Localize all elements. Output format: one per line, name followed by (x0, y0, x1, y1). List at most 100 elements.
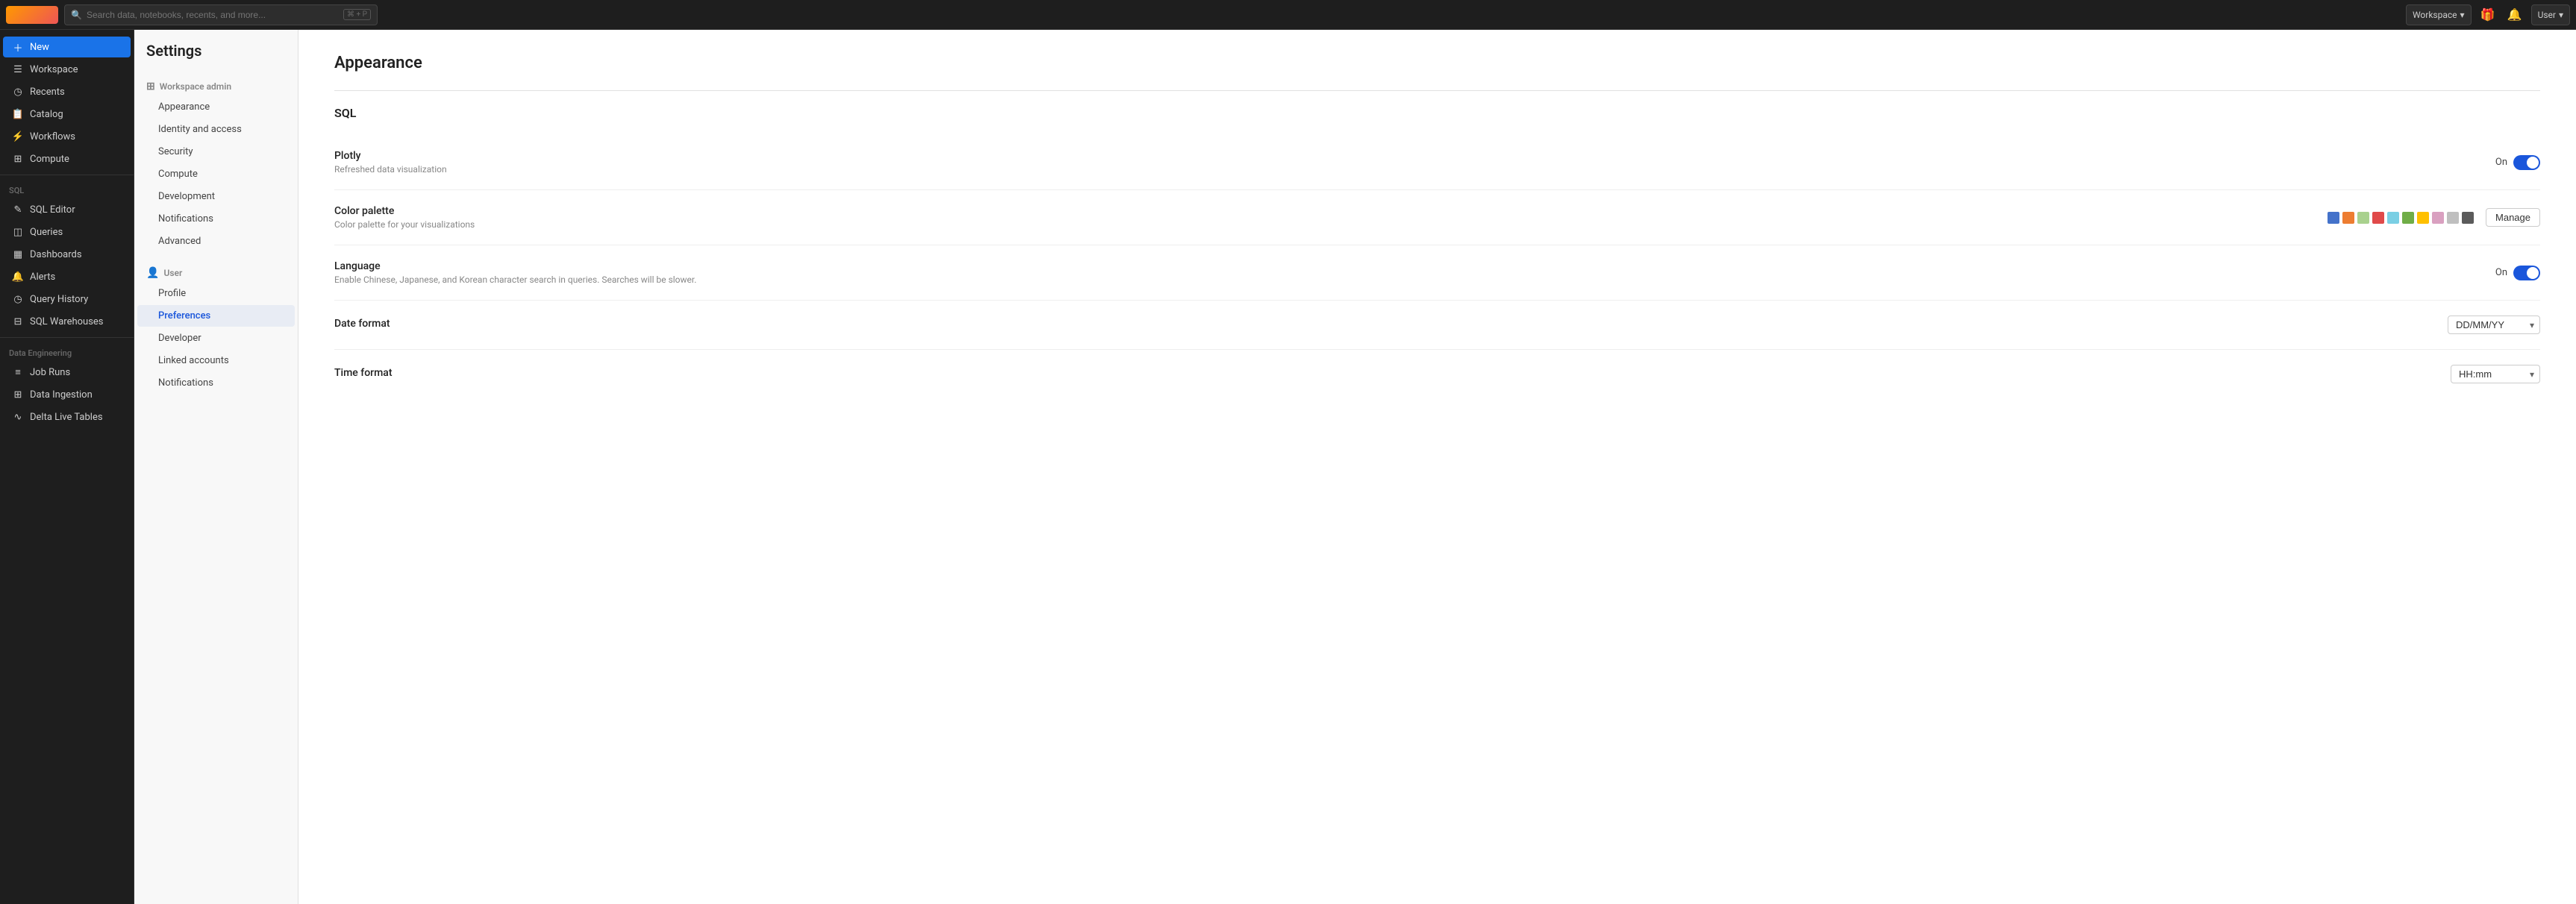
sidebar-item-sql-editor[interactable]: ✎ SQL Editor (3, 199, 131, 220)
settings-nav-development[interactable]: Development (137, 186, 295, 207)
sidebar-item-workspace[interactable]: ☰ Workspace (3, 59, 131, 80)
sidebar-item-query-history[interactable]: ◷ Query History (3, 289, 131, 310)
date-format-row-left: Date format (334, 318, 2448, 332)
date-format-row: Date format DD/MM/YY MM/DD/YY YY/MM/DD D… (334, 301, 2540, 350)
sidebar-item-queries[interactable]: ◫ Queries (3, 222, 131, 242)
settings-title: Settings (134, 42, 298, 72)
catalog-icon: 📋 (12, 108, 24, 120)
plotly-toggle[interactable] (2513, 155, 2540, 170)
left-sidebar: ＋ New ☰ Workspace ◷ Recents 📋 Catalog ⚡ … (0, 30, 134, 904)
color-swatch-6 (2402, 212, 2414, 224)
delta-live-tables-icon: ∿ (12, 411, 24, 423)
settings-nav-notifications-ws[interactable]: Notifications (137, 208, 295, 230)
sidebar-item-data-ingestion[interactable]: ⊞ Data Ingestion (3, 384, 131, 405)
settings-nav-linked-accounts[interactable]: Linked accounts (137, 350, 295, 371)
settings-nav-notifications-user[interactable]: Notifications (137, 372, 295, 394)
search-shortcut: ⌘ + P (343, 9, 371, 20)
plotly-row: Plotly Refreshed data visualization On (334, 135, 2540, 190)
color-palette-row: Color palette Color palette for your vis… (334, 190, 2540, 245)
recents-icon: ◷ (12, 86, 24, 98)
compute-icon: ⊞ (12, 153, 24, 165)
settings-nav-identity-access[interactable]: Identity and access (137, 119, 295, 140)
color-swatch-4 (2372, 212, 2384, 224)
plotly-row-left: Plotly Refreshed data visualization (334, 150, 2495, 175)
language-row-left: Language Enable Chinese, Japanese, and K… (334, 260, 2495, 285)
date-format-row-right: DD/MM/YY MM/DD/YY YY/MM/DD DD-MM-YYYY MM… (2448, 316, 2540, 334)
plotly-desc: Refreshed data visualization (334, 164, 2495, 175)
color-swatch-7 (2417, 212, 2429, 224)
settings-top-divider (334, 90, 2540, 91)
sidebar-item-catalog[interactable]: 📋 Catalog (3, 104, 131, 125)
settings-nav-compute[interactable]: Compute (137, 163, 295, 185)
color-palette-row-right: Manage (2328, 208, 2540, 227)
user-section: 👤 User (134, 264, 298, 282)
settings-nav-preferences[interactable]: Preferences (137, 305, 295, 327)
workspace-admin-section: ⊞ Workspace admin (134, 78, 298, 95)
date-format-label: Date format (334, 318, 2448, 330)
date-format-select-wrapper: DD/MM/YY MM/DD/YY YY/MM/DD DD-MM-YYYY MM… (2448, 316, 2540, 334)
color-palette-desc: Color palette for your visualizations (334, 219, 2328, 230)
time-format-row: Time format HH:mm hh:mm a HH:mm:ss (334, 350, 2540, 398)
sql-section-label: SQL (0, 180, 134, 198)
bell-icon[interactable]: 🔔 (2504, 4, 2525, 25)
language-desc: Enable Chinese, Japanese, and Korean cha… (334, 274, 2495, 285)
language-row-right: On (2495, 266, 2540, 280)
color-swatch-8 (2432, 212, 2444, 224)
manage-palette-button[interactable]: Manage (2486, 208, 2540, 227)
color-swatch-1 (2328, 212, 2339, 224)
sql-editor-icon: ✎ (12, 204, 24, 216)
time-format-select[interactable]: HH:mm hh:mm a HH:mm:ss (2451, 365, 2540, 383)
chevron-down-icon: ▾ (2460, 10, 2465, 20)
language-label: Language (334, 260, 2495, 272)
time-format-select-wrapper: HH:mm hh:mm a HH:mm:ss (2451, 365, 2540, 383)
plotly-row-right: On (2495, 155, 2540, 170)
queries-icon: ◫ (12, 226, 24, 238)
sidebar-item-job-runs[interactable]: ≡ Job Runs (3, 362, 131, 383)
sidebar-item-delta-live-tables[interactable]: ∿ Delta Live Tables (3, 407, 131, 427)
gift-icon[interactable]: 🎁 (2477, 4, 2498, 25)
sidebar-item-dashboards[interactable]: ▦ Dashboards (3, 244, 131, 265)
search-icon: 🔍 (71, 10, 82, 20)
color-palette-row-left: Color palette Color palette for your vis… (334, 205, 2328, 230)
job-runs-icon: ≡ (12, 366, 24, 378)
settings-content: Appearance SQL Plotly Refreshed data vis… (298, 30, 2576, 904)
color-swatch-9 (2447, 212, 2459, 224)
plotly-label: Plotly (334, 150, 2495, 162)
settings-nav-profile[interactable]: Profile (137, 283, 295, 304)
dashboards-icon: ▦ (12, 248, 24, 260)
plus-icon: ＋ (12, 41, 24, 53)
sidebar-item-alerts[interactable]: 🔔 Alerts (3, 266, 131, 287)
color-palette-label: Color palette (334, 205, 2328, 217)
topbar: 🔍 ⌘ + P Workspace ▾ 🎁 🔔 User ▾ (0, 0, 2576, 30)
language-row: Language Enable Chinese, Japanese, and K… (334, 245, 2540, 301)
alerts-icon: 🔔 (12, 271, 24, 283)
plotly-toggle-wrapper: On (2495, 155, 2540, 170)
date-format-select[interactable]: DD/MM/YY MM/DD/YY YY/MM/DD DD-MM-YYYY MM… (2448, 316, 2540, 334)
plotly-toggle-label: On (2495, 157, 2507, 168)
sidebar-item-recents[interactable]: ◷ Recents (3, 81, 131, 102)
workspace-admin-icon: ⊞ (146, 81, 155, 92)
color-palette-swatches (2328, 212, 2474, 224)
workspace-dropdown[interactable]: Workspace ▾ (2406, 4, 2472, 25)
time-format-row-left: Time format (334, 367, 2451, 381)
settings-nav-developer[interactable]: Developer (137, 327, 295, 349)
topbar-right: Workspace ▾ 🎁 🔔 User ▾ (2406, 4, 2570, 25)
query-history-icon: ◷ (12, 293, 24, 305)
settings-nav-security[interactable]: Security (137, 141, 295, 163)
sidebar-item-new[interactable]: ＋ New (3, 37, 131, 57)
user-dropdown[interactable]: User ▾ (2531, 4, 2570, 25)
color-swatch-5 (2387, 212, 2399, 224)
search-bar[interactable]: 🔍 ⌘ + P (64, 4, 378, 25)
sidebar-item-sql-warehouses[interactable]: ⊟ SQL Warehouses (3, 311, 131, 332)
language-toggle[interactable] (2513, 266, 2540, 280)
settings-nav-advanced[interactable]: Advanced (137, 230, 295, 252)
settings-nav: Settings ⊞ Workspace admin Appearance Id… (134, 30, 298, 904)
sidebar-divider-2 (0, 337, 134, 338)
search-input[interactable] (87, 10, 339, 20)
data-ingestion-icon: ⊞ (12, 389, 24, 401)
sidebar-item-compute[interactable]: ⊞ Compute (3, 148, 131, 169)
time-format-row-right: HH:mm hh:mm a HH:mm:ss (2451, 365, 2540, 383)
sql-section-title: SQL (334, 106, 2540, 120)
settings-nav-appearance[interactable]: Appearance (137, 96, 295, 118)
sidebar-item-workflows[interactable]: ⚡ Workflows (3, 126, 131, 147)
